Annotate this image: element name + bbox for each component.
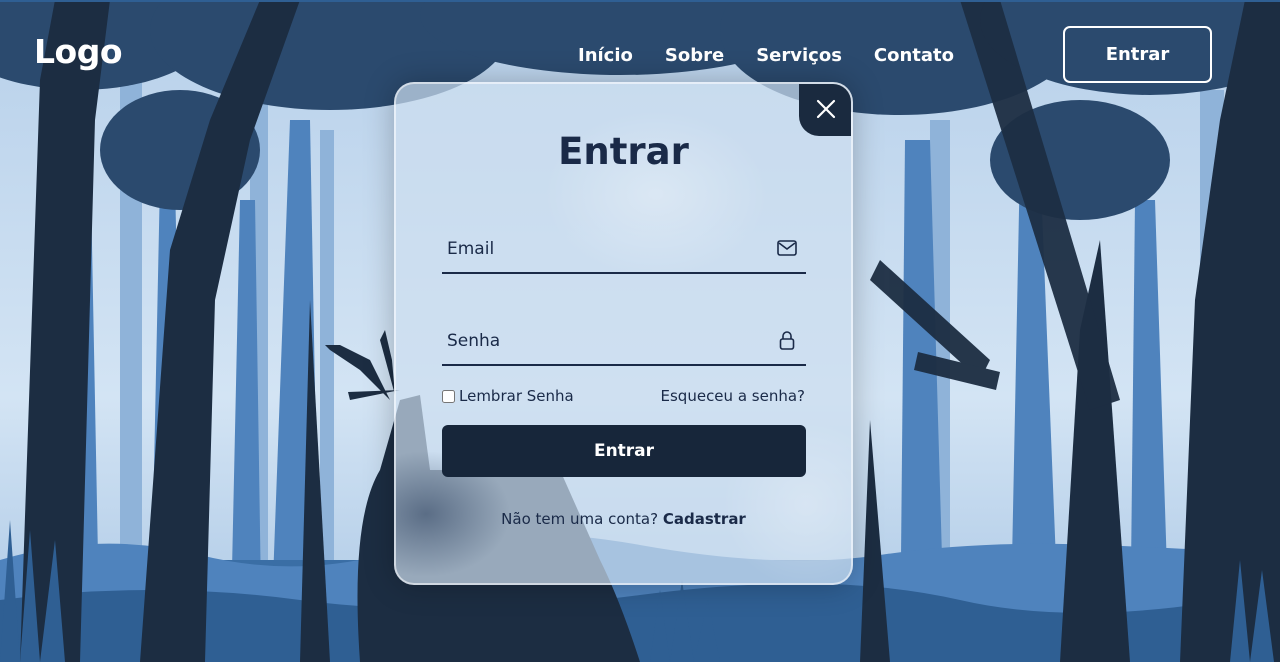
modal-title: Entrar — [558, 130, 689, 173]
close-icon — [816, 99, 836, 119]
password-input[interactable] — [442, 314, 762, 364]
email-input[interactable] — [442, 222, 762, 272]
forgot-password-link[interactable]: Esqueceu a senha? — [661, 386, 805, 406]
password-field — [442, 314, 806, 366]
logo[interactable]: Logo — [34, 32, 123, 71]
submit-login-button[interactable]: Entrar — [442, 425, 806, 477]
main-nav: Início Sobre Serviços Contato — [562, 40, 970, 70]
register-link[interactable]: Cadastrar — [663, 510, 746, 528]
nav-link-contato[interactable]: Contato — [874, 45, 954, 66]
envelope-icon — [776, 237, 798, 259]
register-prompt: Não tem uma conta? Cadastrar — [396, 510, 851, 528]
remember-checkbox[interactable] — [442, 389, 455, 403]
header-login-button[interactable]: Entrar — [1063, 26, 1212, 83]
remember-label[interactable]: Lembrar Senha — [459, 387, 574, 405]
close-button[interactable] — [799, 84, 851, 136]
nav-link-sobre[interactable]: Sobre — [665, 45, 724, 66]
login-modal: Entrar Lembrar Senha Esqueceu a senha? E… — [394, 82, 853, 585]
email-field — [442, 222, 806, 274]
lock-icon — [776, 329, 798, 351]
nav-link-inicio[interactable]: Início — [578, 45, 633, 66]
remember-password: Lembrar Senha — [442, 386, 574, 406]
nav-link-servicos[interactable]: Serviços — [756, 45, 842, 66]
register-prompt-text: Não tem uma conta? — [501, 510, 663, 528]
